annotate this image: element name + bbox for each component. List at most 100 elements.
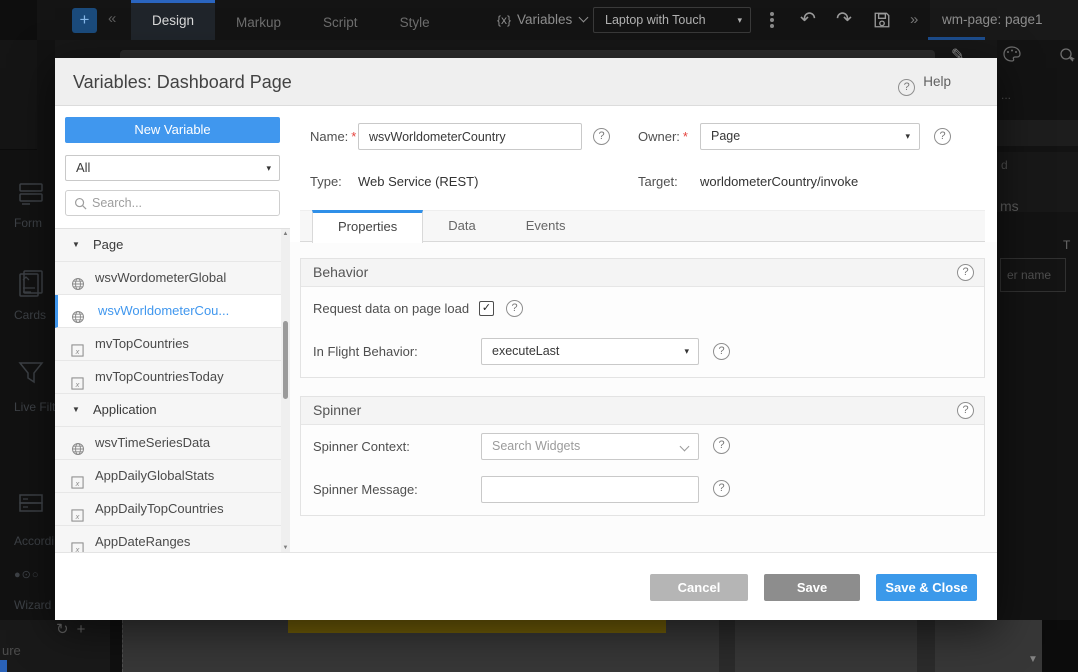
form-widget-icon[interactable] xyxy=(16,178,46,208)
canvas-column-gap xyxy=(719,620,735,672)
help-icon[interactable]: ? xyxy=(713,480,730,497)
scrollbar-thumb[interactable] xyxy=(283,321,288,399)
tab-events[interactable]: Events xyxy=(501,211,591,242)
widget-palette-dimmed: Form Cards Live Filt Accordi ●⊙○ Wizard xyxy=(0,40,55,620)
group-label: Application xyxy=(93,394,157,426)
svg-text:x: x xyxy=(75,347,80,356)
variable-item[interactable]: x AppDateRanges xyxy=(55,526,281,552)
variable-item[interactable]: wsvTimeSeriesData xyxy=(55,427,281,460)
variable-item[interactable]: x mvTopCountries xyxy=(55,328,281,361)
search-input[interactable] xyxy=(92,192,272,214)
inflight-behavior-select[interactable]: executeLast ▾ xyxy=(481,338,699,365)
variable-label: AppDateRanges xyxy=(95,526,190,552)
properties-panel-dimmed: ... d ms T er name xyxy=(997,40,1078,620)
required-mark: * xyxy=(351,129,356,144)
model-variable-icon: x xyxy=(71,370,85,384)
corner-accent xyxy=(0,660,7,672)
device-selector[interactable]: Laptop with Touch ▾ xyxy=(593,7,751,33)
owner-label: Owner:* xyxy=(638,123,688,150)
panel-input-fragment: er name xyxy=(1000,258,1066,292)
help-icon[interactable]: ? xyxy=(713,343,730,360)
panel-fragment: T xyxy=(1063,238,1070,252)
tab-design[interactable]: Design xyxy=(131,0,215,40)
model-variable-icon: x xyxy=(71,469,85,483)
variable-group-application[interactable]: ▼ Application xyxy=(55,394,281,427)
palette-header-strip xyxy=(0,0,37,40)
canvas-right-block xyxy=(1042,620,1078,672)
model-variable-icon: x xyxy=(71,337,85,351)
redo-icon[interactable]: ↷ xyxy=(836,0,852,40)
canvas-column-gap xyxy=(917,620,935,672)
variables-menu-button[interactable]: {x}Variables xyxy=(497,0,587,40)
list-scrollbar[interactable]: ▲ ▼ xyxy=(281,229,290,552)
cancel-button[interactable]: Cancel xyxy=(650,574,748,601)
svg-text:x: x xyxy=(75,380,80,389)
live-filter-widget-icon[interactable] xyxy=(16,358,46,388)
tab-markup[interactable]: Markup xyxy=(215,0,302,40)
name-input[interactable] xyxy=(358,123,582,150)
save-icon[interactable] xyxy=(873,11,891,29)
model-variable-icon: x xyxy=(71,535,85,549)
undo-icon[interactable]: ↶ xyxy=(800,0,816,40)
inflight-behavior-label: In Flight Behavior: xyxy=(313,338,418,365)
save-button[interactable]: Save xyxy=(764,574,860,601)
variable-item[interactable]: x AppDailyGlobalStats xyxy=(55,460,281,493)
variable-item[interactable]: wsvWordometerGlobal xyxy=(55,262,281,295)
tab-data[interactable]: Data xyxy=(423,211,500,242)
detail-tabs: Properties Data Events xyxy=(300,210,985,242)
help-icon[interactable]: ? xyxy=(934,128,951,145)
palette-item-cards[interactable]: Cards xyxy=(14,308,46,322)
cards-widget-icon[interactable] xyxy=(16,268,46,298)
help-icon[interactable]: ? xyxy=(506,300,523,317)
palette-item-wizard[interactable]: Wizard xyxy=(14,598,51,612)
panel-fragment: ... xyxy=(1001,88,1011,102)
scroll-up-icon[interactable]: ▲ xyxy=(281,231,290,237)
page-tab[interactable]: wm-page: page1 xyxy=(930,0,1078,40)
tab-style[interactable]: Style xyxy=(379,0,451,40)
owner-select[interactable]: Page ▾ xyxy=(700,123,920,150)
wavemaker-studio-screen: + « Design Markup Script Style {x}Variab… xyxy=(0,0,1078,672)
variable-item[interactable]: x mvTopCountriesToday xyxy=(55,361,281,394)
palette-icon[interactable] xyxy=(1003,46,1021,67)
caret-down-icon: ▾ xyxy=(905,124,910,149)
add-page-button[interactable]: + xyxy=(72,8,97,33)
scroll-down-icon[interactable]: ▼ xyxy=(281,545,290,551)
help-icon[interactable]: ? xyxy=(713,437,730,454)
refresh-icon[interactable]: ↻ xyxy=(56,621,69,638)
save-and-close-button[interactable]: Save & Close xyxy=(876,574,977,601)
canvas-caret-icon: ▼ xyxy=(1028,654,1038,665)
dialog-footer: Cancel Save Save & Close xyxy=(55,552,997,620)
variable-item-selected[interactable]: wsvWorldometerCou... xyxy=(55,295,281,328)
variable-filter-select[interactable]: All ▾ xyxy=(65,155,280,181)
behavior-section: Behavior ? Request data on page load ✓ ?… xyxy=(300,258,985,378)
help-icon[interactable]: ? xyxy=(593,128,610,145)
palette-item-accordion[interactable]: Accordi xyxy=(14,534,54,548)
palette-item-live-filter[interactable]: Live Filt xyxy=(14,400,55,414)
help-icon[interactable]: ? xyxy=(957,402,974,419)
expand-panel-icon[interactable]: » xyxy=(910,0,918,40)
accordion-widget-icon[interactable] xyxy=(16,490,46,520)
canvas-yellow-widget xyxy=(288,620,666,633)
spinner-context-select[interactable]: Search Widgets xyxy=(481,433,699,460)
spinner-context-label: Spinner Context: xyxy=(313,433,410,460)
help-icon[interactable]: ? xyxy=(957,264,974,281)
help-link[interactable]: ?Help xyxy=(898,58,951,106)
palette-item-form[interactable]: Form xyxy=(14,216,42,230)
spinner-message-input[interactable] xyxy=(481,476,699,503)
tab-properties[interactable]: Properties xyxy=(312,210,423,243)
variable-group-page[interactable]: ▼ Page xyxy=(55,229,281,262)
wizard-widget-icon[interactable]: ●⊙○ xyxy=(14,568,40,581)
chevron-down-icon xyxy=(579,13,589,23)
structure-panel-label-fragment: ure xyxy=(2,643,21,658)
inspect-icon[interactable] xyxy=(1058,46,1076,69)
variables-dialog: Variables: Dashboard Page ?Help New Vari… xyxy=(55,58,997,620)
new-variable-button[interactable]: New Variable xyxy=(65,117,280,143)
variable-item[interactable]: x AppDailyTopCountries xyxy=(55,493,281,526)
top-toolbar: + « Design Markup Script Style {x}Variab… xyxy=(0,0,1078,40)
tab-script[interactable]: Script xyxy=(302,0,379,40)
collapse-panel-icon[interactable]: « xyxy=(104,0,120,40)
more-options-icon[interactable] xyxy=(770,12,774,16)
add-icon[interactable]: + xyxy=(77,621,86,638)
type-label: Type: xyxy=(310,168,342,195)
request-data-checkbox[interactable]: ✓ xyxy=(479,301,494,316)
